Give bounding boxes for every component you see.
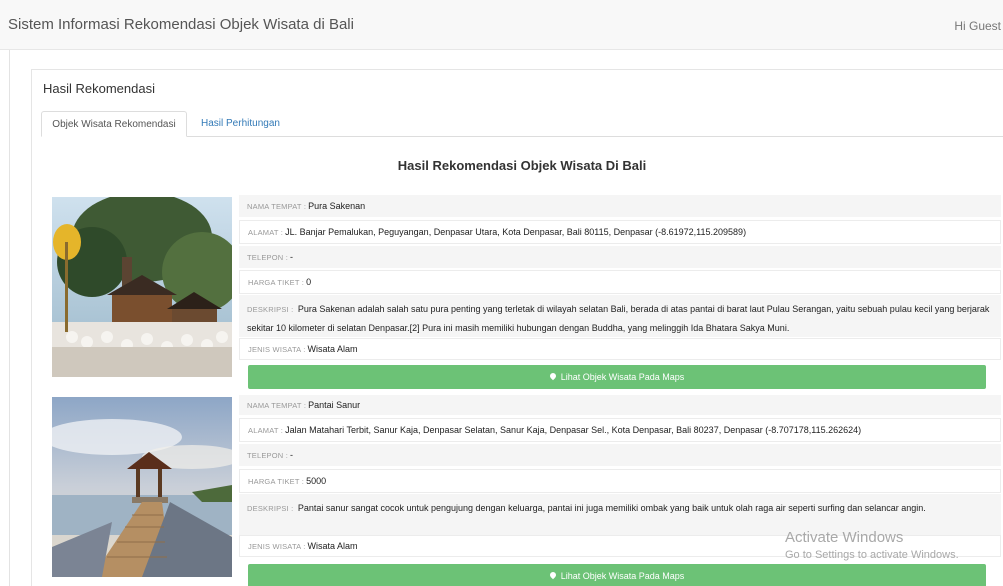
harga-label: HARGA TIKET :: [248, 277, 305, 287]
telepon-label: TELEPON :: [247, 252, 288, 262]
jenis-wisata-row: JENIS WISATA : Wisata Alam: [239, 338, 1001, 360]
user-greeting[interactable]: Hi Guest: [954, 19, 1001, 33]
view-on-maps-button[interactable]: Lihat Objek Wisata Pada Maps: [248, 564, 986, 586]
deskripsi-label: DESKRIPSI :: [247, 305, 294, 314]
deskripsi-row: DESKRIPSI : Pura Sakenan adalah salah sa…: [239, 295, 1001, 337]
harga-row: HARGA TIKET : 0: [239, 270, 1001, 294]
jenis-value: Wisata Alam: [307, 344, 358, 354]
view-on-maps-label: Lihat Objek Wisata Pada Maps: [560, 571, 685, 581]
navbar: Sistem Informasi Rekomendasi Objek Wisat…: [0, 0, 1003, 50]
watermark-subtitle: Go to Settings to activate Windows.: [785, 549, 959, 561]
alamat-row: ALAMAT : Jalan Matahari Terbit, Sanur Ka…: [239, 418, 1001, 442]
harga-value: 5000: [306, 476, 327, 486]
watermark-title: Activate Windows: [785, 529, 904, 546]
jenis-label: JENIS WISATA :: [248, 344, 306, 354]
results-heading: Hasil Rekomendasi Objek Wisata Di Bali: [397, 158, 647, 173]
harga-label: HARGA TIKET :: [248, 476, 305, 486]
telepon-value: -: [289, 252, 293, 262]
panel-title: Hasil Rekomendasi: [43, 81, 155, 96]
tab-bar: Objek Wisata Rekomendasi Hasil Perhitung…: [41, 111, 1003, 137]
nama-value: Pantai Sanur: [308, 400, 361, 410]
nama-label: NAMA TEMPAT :: [247, 201, 307, 211]
map-marker-icon: [548, 371, 557, 381]
jenis-value: Wisata Alam: [307, 541, 358, 551]
result-card: NAMA TEMPAT : Pura Sakenan ALAMAT : JL. …: [43, 193, 1003, 393]
activation-watermark: Activate Windows Go to Settings to activ…: [785, 529, 959, 561]
nama-tempat-row: NAMA TEMPAT : Pura Sakenan: [239, 195, 1001, 217]
telepon-label: TELEPON :: [247, 450, 288, 460]
harga-value: 0: [306, 277, 312, 287]
alamat-value: Jalan Matahari Terbit, Sanur Kaja, Denpa…: [285, 425, 862, 435]
jenis-label: JENIS WISATA :: [248, 541, 306, 551]
place-photo: [52, 197, 232, 377]
nama-tempat-row: NAMA TEMPAT : Pantai Sanur: [239, 395, 1001, 415]
telepon-row: TELEPON : -: [239, 246, 1001, 268]
app-title[interactable]: Sistem Informasi Rekomendasi Objek Wisat…: [8, 16, 354, 33]
view-on-maps-label: Lihat Objek Wisata Pada Maps: [560, 372, 685, 382]
alamat-row: ALAMAT : JL. Banjar Pemalukan, Peguyanga…: [239, 220, 1001, 244]
tab-hasil-perhitungan[interactable]: Hasil Perhitungan: [201, 111, 280, 137]
tab-objek-wisata-rekomendasi[interactable]: Objek Wisata Rekomendasi: [41, 111, 187, 137]
nama-value: Pura Sakenan: [308, 201, 366, 211]
place-photo: [52, 397, 232, 577]
map-marker-icon: [548, 570, 557, 580]
deskripsi-value: Pantai sanur sangat cocok untuk pengujun…: [297, 503, 926, 513]
alamat-label: ALAMAT :: [248, 227, 284, 237]
deskripsi-label: DESKRIPSI :: [247, 504, 294, 513]
nama-label: NAMA TEMPAT :: [247, 400, 307, 410]
alamat-label: ALAMAT :: [248, 425, 284, 435]
view-on-maps-button[interactable]: Lihat Objek Wisata Pada Maps: [248, 365, 986, 389]
deskripsi-value: Pura Sakenan adalah salah satu pura pent…: [247, 304, 990, 333]
sidebar-divider: [9, 50, 10, 586]
telepon-row: TELEPON : -: [239, 444, 1001, 466]
alamat-value: JL. Banjar Pemalukan, Peguyangan, Denpas…: [285, 227, 747, 237]
telepon-value: -: [289, 450, 293, 460]
harga-row: HARGA TIKET : 5000: [239, 469, 1001, 493]
